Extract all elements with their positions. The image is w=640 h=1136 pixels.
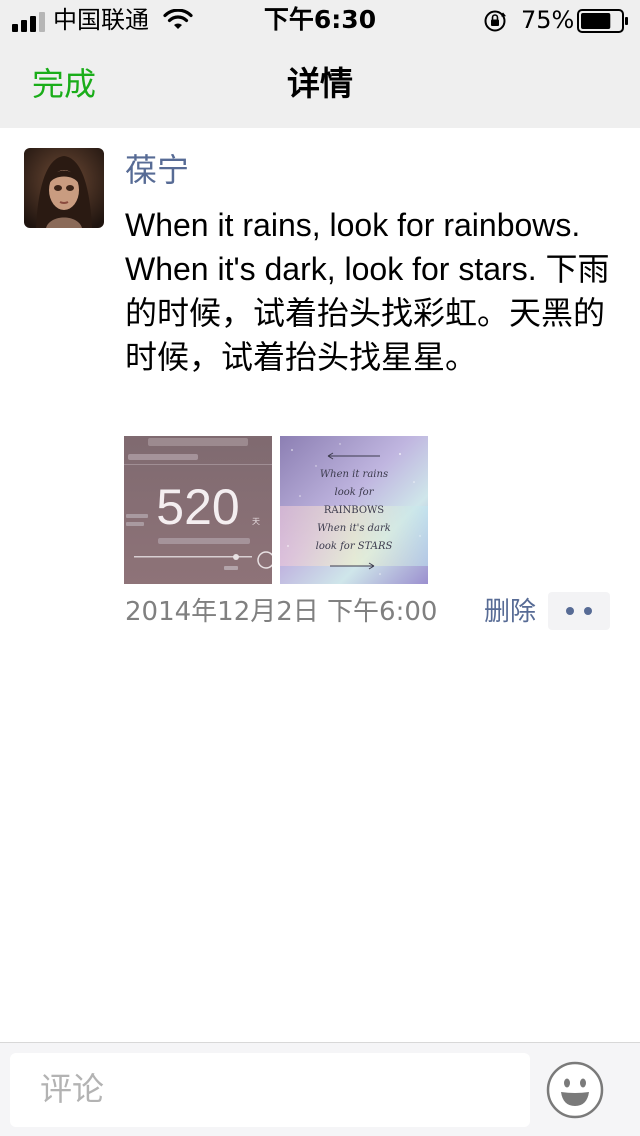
- avatar[interactable]: [24, 148, 104, 228]
- delete-button[interactable]: 删除: [484, 596, 536, 628]
- comment-bar: 评论: [0, 1042, 640, 1136]
- author-name[interactable]: 葆宁: [125, 150, 189, 190]
- dot-icon: [566, 607, 574, 615]
- orientation-lock-icon: [484, 10, 506, 32]
- nav-bar: 完成 详情: [0, 40, 640, 128]
- battery-icon: [577, 9, 628, 33]
- page-title: 详情: [287, 64, 353, 103]
- countdown-photo: 520 天: [124, 436, 272, 584]
- more-actions-button[interactable]: [548, 592, 610, 630]
- post-photo-2[interactable]: When it rains look for RAINBOWS When it'…: [280, 436, 428, 584]
- quote-line-3: RAINBOWS: [324, 505, 384, 516]
- dot-icon: [584, 607, 592, 615]
- quote-line-5: look for STARS: [316, 541, 393, 552]
- status-bar: 中国联通 下午6:30 75%: [0, 0, 640, 40]
- avatar-image: [24, 148, 104, 228]
- comment-input[interactable]: [10, 1053, 530, 1127]
- post-photo-1[interactable]: 520 天: [124, 436, 272, 584]
- countdown-unit: 天: [252, 517, 260, 526]
- post-timestamp: 2014年12月2日 下午6:00: [125, 597, 438, 627]
- quote-line-4: When it's dark: [317, 523, 391, 534]
- quote-photo: When it rains look for RAINBOWS When it'…: [280, 436, 428, 584]
- countdown-number: 520: [156, 479, 239, 535]
- smiley-icon[interactable]: [546, 1061, 604, 1119]
- battery-percent: 75%: [521, 6, 575, 34]
- post-text: When it rains, look for rainbows. When i…: [125, 207, 610, 375]
- quote-line-1: When it rains: [320, 469, 388, 480]
- quote-line-2: look for: [335, 487, 375, 498]
